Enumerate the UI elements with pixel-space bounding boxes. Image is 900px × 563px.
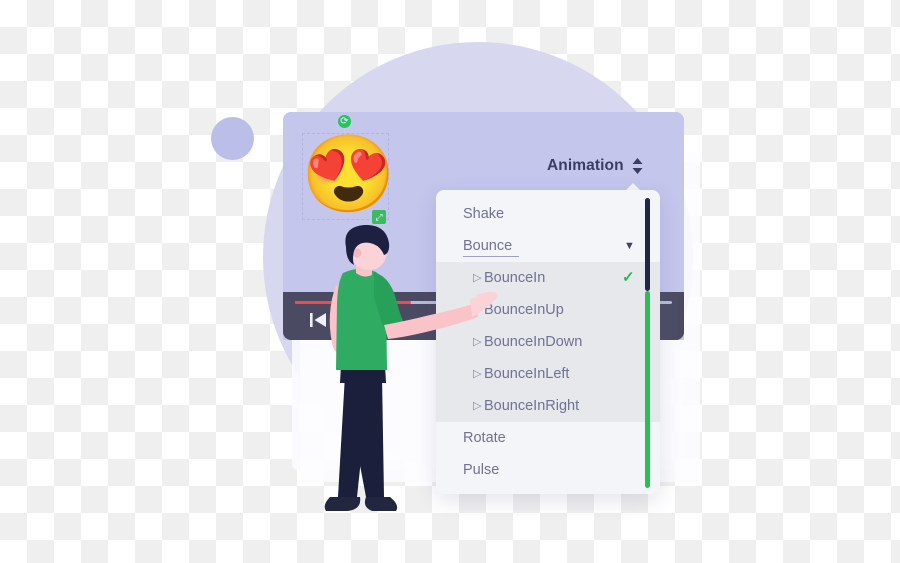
- emoji-sticker[interactable]: 😍: [301, 132, 396, 218]
- dropdown-scrollbar-thumb[interactable]: [645, 198, 650, 291]
- person-shoe-back: [364, 497, 398, 511]
- person-illustration: [324, 225, 498, 511]
- illustration-stage: ⟳ 😍 ⤢ Shake Bounce ▼ ▷ BounceIn ✓ Bounce…: [0, 0, 900, 563]
- decorative-circle-small: [211, 117, 254, 160]
- animation-header[interactable]: Animation: [547, 157, 644, 175]
- check-icon: ✓: [622, 269, 635, 286]
- up-down-chevron-icon[interactable]: [631, 157, 644, 175]
- resize-handle-icon[interactable]: ⤢: [372, 210, 386, 224]
- dropdown-scrollbar-track-fill[interactable]: [645, 291, 650, 488]
- person-shoe-front: [324, 497, 361, 511]
- page-title: Animation: [547, 157, 624, 174]
- rotate-icon[interactable]: ⟳: [338, 115, 351, 128]
- chevron-down-icon[interactable]: ▼: [624, 230, 635, 262]
